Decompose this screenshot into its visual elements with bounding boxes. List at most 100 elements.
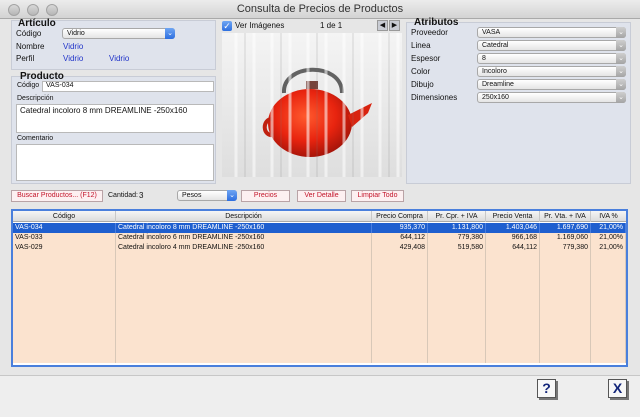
table-cell bbox=[428, 343, 486, 353]
table-row[interactable]: VAS-034 Catedral incoloro 8 mm DREAMLINE … bbox=[13, 223, 626, 233]
producto-codigo-field[interactable]: VAS-034 bbox=[42, 81, 214, 92]
column-header-descripcion[interactable]: Descripción bbox=[116, 211, 372, 222]
atributo-select-linea[interactable]: Catedral ⌄ bbox=[477, 40, 626, 51]
product-image bbox=[222, 33, 402, 177]
atributo-select-proveedor[interactable]: VASA ⌄ bbox=[477, 27, 626, 38]
table-cell bbox=[486, 323, 540, 333]
table-cell: 21,00% bbox=[591, 233, 626, 243]
question-icon[interactable]: ? bbox=[537, 379, 556, 398]
atributo-select-dibujo[interactable]: Dreamline ⌄ bbox=[477, 79, 626, 90]
chevron-down-icon: ⌄ bbox=[616, 66, 626, 77]
atributo-value-espesor: 8 bbox=[482, 55, 486, 62]
atributo-select-espesor[interactable]: 8 ⌄ bbox=[477, 53, 626, 64]
table-cell bbox=[591, 273, 626, 283]
table-cell: Catedral incoloro 4 mm DREAMLINE -250x16… bbox=[116, 243, 372, 253]
table-cell: 935,370 bbox=[372, 223, 428, 233]
title-bar: Consulta de Precios de Productos bbox=[0, 0, 640, 19]
articulo-nombre-label: Nombre bbox=[16, 42, 45, 51]
table-cell bbox=[116, 263, 372, 273]
table-cell bbox=[486, 293, 540, 303]
table-cell bbox=[486, 343, 540, 353]
column-header-precio-compra[interactable]: Precio Compra bbox=[372, 211, 428, 222]
producto-comentario-label: Comentario bbox=[17, 135, 54, 142]
table-cell bbox=[486, 303, 540, 313]
atributo-select-dimensiones[interactable]: 250x160 ⌄ bbox=[477, 92, 626, 103]
table-cell bbox=[372, 253, 428, 263]
column-header-pr-cpr-iva[interactable]: Pr. Cpr. + IVA bbox=[428, 211, 486, 222]
limpiar-todo-button[interactable]: Limpiar Todo bbox=[351, 190, 404, 202]
table-cell bbox=[13, 273, 116, 283]
table-cell bbox=[540, 253, 591, 263]
table-cell bbox=[13, 333, 116, 343]
table-cell: 21,00% bbox=[591, 243, 626, 253]
atributo-label-dibujo: Dibujo bbox=[411, 80, 434, 89]
table-cell bbox=[116, 303, 372, 313]
close-icon[interactable]: X bbox=[608, 379, 627, 398]
table-cell bbox=[428, 253, 486, 263]
table-cell bbox=[486, 353, 540, 363]
table-cell bbox=[428, 283, 486, 293]
triangle-right-icon[interactable]: ▶ bbox=[389, 20, 400, 31]
table-cell bbox=[428, 323, 486, 333]
ver-detalle-button[interactable]: Ver Detalle bbox=[297, 190, 346, 202]
product-image-graphic bbox=[222, 33, 402, 177]
atributo-select-color[interactable]: Incoloro ⌄ bbox=[477, 66, 626, 77]
producto-descripcion-field[interactable]: Catedral incoloro 8 mm DREAMLINE -250x16… bbox=[16, 104, 214, 133]
table-cell bbox=[116, 253, 372, 263]
table-cell bbox=[372, 273, 428, 283]
table-row-empty[interactable] bbox=[13, 293, 626, 303]
table-row-empty[interactable] bbox=[13, 333, 626, 343]
table-row-empty[interactable] bbox=[13, 273, 626, 283]
table-cell bbox=[591, 333, 626, 343]
articulo-codigo-value: Vidrio bbox=[67, 30, 85, 37]
triangle-left-icon[interactable]: ◀ bbox=[377, 20, 388, 31]
table-cell bbox=[372, 333, 428, 343]
table-row-empty[interactable] bbox=[13, 283, 626, 293]
table-cell bbox=[116, 353, 372, 363]
moneda-select[interactable]: Pesos ⌄ bbox=[177, 190, 237, 201]
table-cell bbox=[372, 263, 428, 273]
table-cell bbox=[486, 273, 540, 283]
articulo-codigo-select[interactable]: Vidrio ⌄ bbox=[62, 28, 175, 39]
table-cell: 779,380 bbox=[428, 233, 486, 243]
table-row-empty[interactable] bbox=[13, 253, 626, 263]
buscar-productos-button[interactable]: Buscar Productos... (F12) bbox=[11, 190, 103, 202]
table-cell: 519,580 bbox=[428, 243, 486, 253]
precios-button[interactable]: Precios bbox=[241, 190, 290, 202]
table-row[interactable]: VAS-029 Catedral incoloro 4 mm DREAMLINE … bbox=[13, 243, 626, 253]
table-cell bbox=[591, 313, 626, 323]
table-cell: 644,112 bbox=[486, 243, 540, 253]
column-header-iva[interactable]: IVA % bbox=[591, 211, 626, 222]
table-cell: 1.697,690 bbox=[540, 223, 591, 233]
producto-codigo-label: Código bbox=[17, 82, 40, 89]
table-cell bbox=[486, 263, 540, 273]
articulo-codigo-label: Código bbox=[16, 29, 42, 38]
table-row-empty[interactable] bbox=[13, 313, 626, 323]
table-cell bbox=[591, 283, 626, 293]
table-cell bbox=[116, 283, 372, 293]
producto-descripcion-label: Descripción bbox=[17, 95, 54, 102]
table-cell bbox=[428, 313, 486, 323]
table-cell bbox=[540, 273, 591, 283]
window-title: Consulta de Precios de Productos bbox=[236, 3, 404, 15]
table-cell bbox=[13, 313, 116, 323]
table-cell bbox=[540, 323, 591, 333]
column-header-codigo[interactable]: Código bbox=[13, 211, 116, 222]
table-row-empty[interactable] bbox=[13, 303, 626, 313]
column-header-precio-venta[interactable]: Precio Venta bbox=[486, 211, 540, 222]
table-row-empty[interactable] bbox=[13, 353, 626, 363]
atributo-label-color: Color bbox=[411, 67, 431, 76]
ver-imagenes-checkbox[interactable]: ✓ bbox=[222, 21, 232, 31]
table-row-empty[interactable] bbox=[13, 323, 626, 333]
table-cell bbox=[116, 343, 372, 353]
column-header-pr-vta-iva[interactable]: Pr. Vta. + IVA bbox=[540, 211, 591, 222]
table-cell bbox=[591, 343, 626, 353]
table-row-empty[interactable] bbox=[13, 263, 626, 273]
table-cell bbox=[13, 343, 116, 353]
atributo-value-dibujo: Dreamline bbox=[482, 81, 514, 88]
table-row[interactable]: VAS-033 Catedral incoloro 6 mm DREAMLINE … bbox=[13, 233, 626, 243]
table-row-empty[interactable] bbox=[13, 343, 626, 353]
table-cell: 966,168 bbox=[486, 233, 540, 243]
results-table: Código Descripción Precio Compra Pr. Cpr… bbox=[11, 209, 628, 367]
producto-comentario-field[interactable] bbox=[16, 144, 214, 181]
